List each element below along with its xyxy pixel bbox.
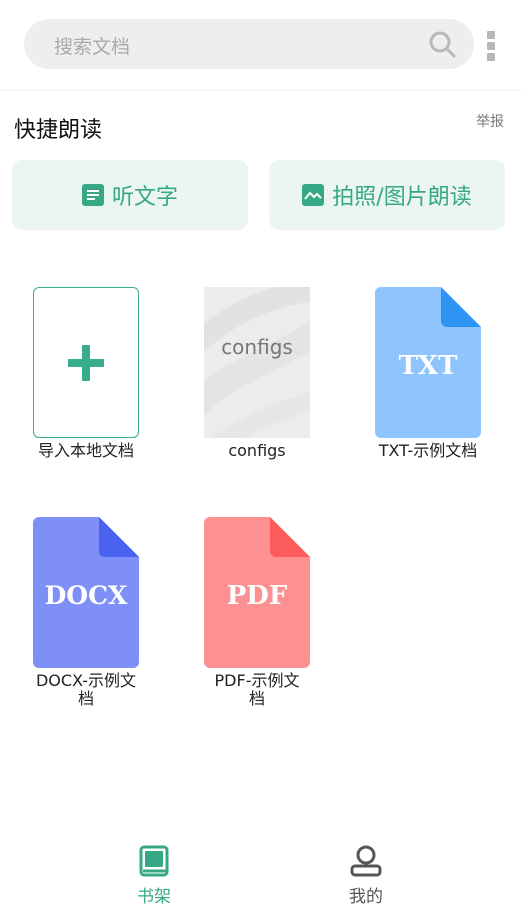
nav-tab-mine[interactable]: 我的 (326, 844, 406, 907)
brush-pattern-icon (204, 287, 310, 438)
plus-icon (68, 344, 104, 381)
cover-text: configs (221, 335, 293, 359)
top-bar: 搜索文档 (0, 0, 522, 91)
item-label: PDF-示例文 档 (214, 671, 300, 708)
document-icon (81, 184, 104, 206)
search-icon[interactable] (428, 30, 456, 58)
listen-text-button[interactable]: 听文字 (12, 160, 248, 230)
file-badge-text: PDF (226, 581, 288, 611)
search-input[interactable]: 搜索文档 (54, 32, 130, 59)
config-cover[interactable]: configs (204, 287, 310, 438)
listen-text-label: 听文字 (111, 185, 178, 210)
photo-read-label: 拍照/图片朗读 (332, 185, 472, 210)
item-label: TXT-示例文档 (378, 441, 478, 460)
file-badge-text: DOCX (44, 581, 128, 610)
search-bar[interactable]: 搜索文档 (24, 19, 474, 69)
item-label: configs (228, 441, 286, 460)
bottom-nav: 书架 我的 (0, 830, 522, 907)
nav-label: 书架 (137, 887, 171, 907)
photo-read-button[interactable]: 拍照/图片朗读 (269, 160, 505, 230)
nav-label: 我的 (349, 887, 383, 907)
image-icon (302, 184, 325, 206)
report-link[interactable]: 举报 (476, 111, 504, 131)
item-label: 导入本地文档 (37, 441, 134, 460)
file-badge-text: TXT (398, 351, 458, 381)
item-label: DOCX-示例文 档 (35, 671, 137, 708)
nav-tab-bookshelf[interactable]: 书架 (114, 844, 194, 907)
user-icon (350, 845, 382, 877)
import-tile[interactable] (33, 287, 139, 438)
more-menu-icon[interactable] (485, 31, 497, 61)
section-title: 快捷朗读 (14, 118, 103, 143)
book-icon (139, 845, 169, 877)
